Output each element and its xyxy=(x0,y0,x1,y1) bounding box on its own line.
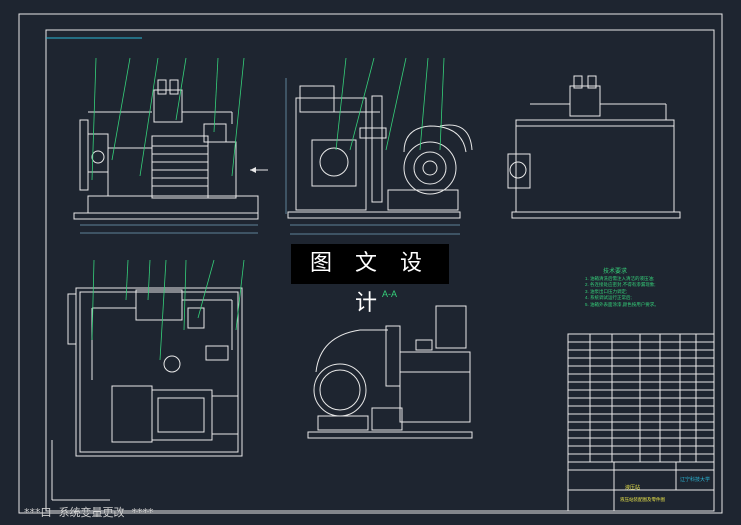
notes-line: 5. 油箱外表面涂漆,颜色按用户要求。 xyxy=(585,301,659,307)
front-view xyxy=(73,79,259,234)
notes-title: 技术要求 xyxy=(603,269,628,275)
command-line-status[interactable]: ***口 系统变量更改 **** xyxy=(24,504,154,520)
top-view xyxy=(67,287,243,457)
notes-line: 4. 系统调试运行正常后; xyxy=(585,295,632,301)
section-view-a-a xyxy=(307,305,473,439)
rear-view xyxy=(507,75,681,219)
ucs-icon xyxy=(51,440,110,501)
watermark-banner: 图 文 设 计 xyxy=(291,244,449,316)
title-block xyxy=(567,333,715,512)
title-block-university: 辽宁科技大学 xyxy=(680,477,711,483)
side-view xyxy=(285,78,473,235)
view-direction-arrow xyxy=(250,167,268,173)
notes-line: 2. 各连接处应密封,不得有渗漏现象; xyxy=(585,282,656,288)
title-block-drawing-title: 液压站装配图及零件图 xyxy=(620,497,665,502)
technical-notes: 技术要求 1. 油箱清洗后需注入清洁的液压油; 2. 各连接处应密封,不得有渗漏… xyxy=(585,269,675,309)
section-label: A-A xyxy=(382,289,398,299)
leader-lines xyxy=(91,57,445,361)
title-block-name: 液压站 xyxy=(625,485,641,491)
cad-drawing-canvas[interactable]: 图 文 设 计 A-A 技术要求 1. 油箱清洗后需注入清洁的液压油; 2. 各… xyxy=(0,0,741,525)
